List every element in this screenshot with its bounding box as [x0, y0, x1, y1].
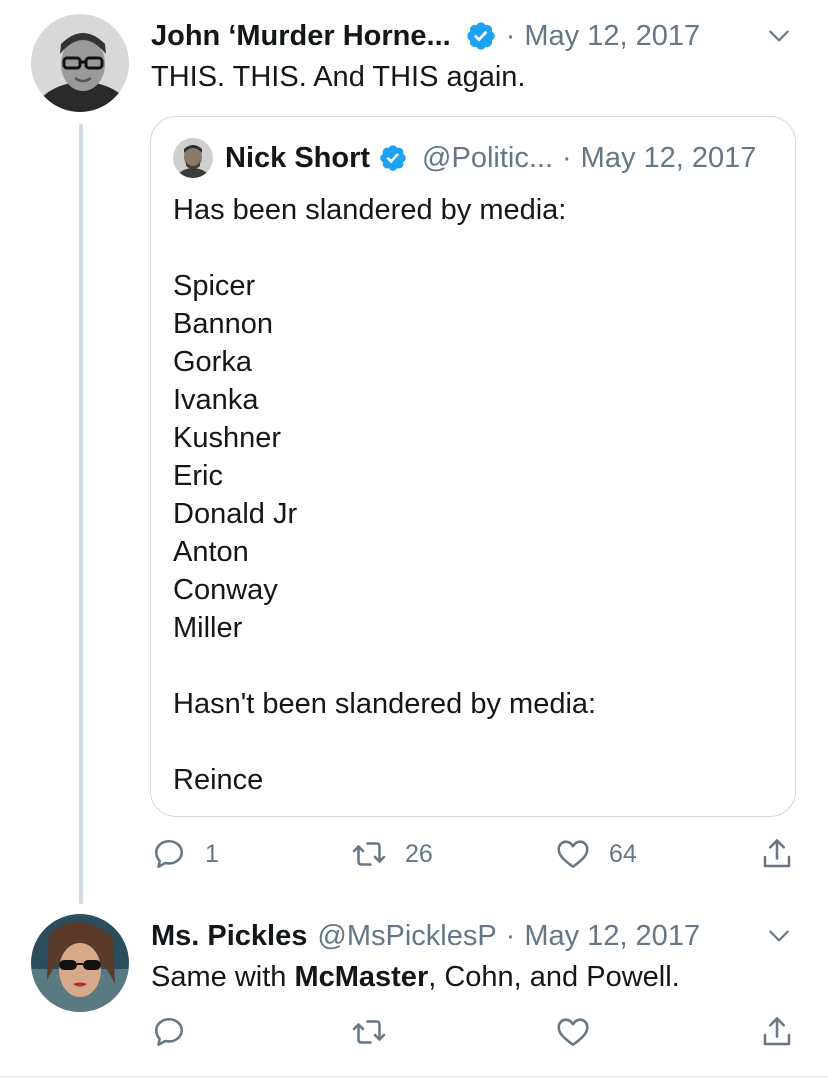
quoted-tweet-date: May 12, 2017 [580, 141, 757, 174]
reply-button[interactable]: 1 [151, 836, 219, 872]
text-part: Same with [151, 961, 295, 993]
reply-icon [154, 1017, 184, 1047]
quoted-author-name: Nick Short [225, 141, 371, 174]
retweet-icon [352, 842, 386, 866]
like-icon [557, 840, 589, 869]
quote-line [173, 723, 596, 761]
tweet-text: THIS. THIS. And THIS again. [151, 61, 526, 93]
retweet-button[interactable] [351, 1014, 387, 1050]
quote-line: Spicer [173, 270, 256, 302]
verified-badge-icon [378, 143, 408, 173]
reply-icon [154, 839, 184, 869]
like-icon [557, 1018, 589, 1047]
quote-line: Bannon [173, 308, 273, 340]
tweet-date[interactable]: May 12, 2017 [524, 20, 700, 53]
quoted-author-handle: @Politic... [422, 141, 553, 174]
tweet-john[interactable]: John ‘Murder Horne... · May 12, 2017 THI… [0, 0, 828, 904]
quoted-tweet-header: Nick Short @Politic... · May 12, 2017 [173, 138, 757, 178]
reply-button[interactable] [151, 1014, 187, 1050]
tweet-text: Same with McMaster, Cohn, and Powell. [151, 958, 680, 996]
tweet-mspickles[interactable]: Ms. Pickles @MsPicklesP · May 12, 2017 S… [0, 900, 828, 1079]
quote-line [173, 229, 596, 267]
retweet-count: 26 [405, 839, 433, 868]
quote-line: Hasn't been slandered by media: [173, 688, 597, 720]
tweet-actions [151, 1014, 801, 1054]
quote-line: Eric [173, 460, 223, 492]
share-icon [763, 839, 791, 868]
like-count: 64 [609, 839, 637, 868]
quote-line: Ivanka [173, 384, 259, 416]
reply-count: 1 [205, 839, 219, 868]
text-part: , Cohn, and Powell. [428, 961, 680, 993]
quote-line [173, 647, 596, 685]
author-handle[interactable]: @MsPicklesP [317, 920, 496, 953]
retweet-button[interactable]: 26 [351, 836, 433, 872]
share-button[interactable] [759, 1014, 795, 1050]
quote-line: Reince [173, 764, 264, 796]
quote-line: Has been slandered by media: [173, 194, 567, 226]
chevron-down-icon[interactable] [766, 923, 792, 949]
tweet-header: John ‘Murder Horne... · May 12, 2017 [151, 18, 700, 54]
author-name[interactable]: Ms. Pickles [151, 920, 307, 953]
divider [0, 1076, 828, 1077]
quote-line: Gorka [173, 346, 252, 378]
thread-line [79, 124, 83, 904]
like-button[interactable]: 64 [555, 836, 637, 872]
share-icon [763, 1017, 791, 1046]
mention-bold: McMaster [294, 961, 429, 993]
quoted-tweet[interactable]: Nick Short @Politic... · May 12, 2017 Ha… [150, 116, 796, 817]
share-button[interactable] [759, 836, 795, 872]
tweet-header: Ms. Pickles @MsPicklesP · May 12, 2017 [151, 918, 700, 954]
separator-dot: · [505, 919, 516, 952]
quote-line: Donald Jr [173, 498, 298, 530]
quote-line: Kushner [173, 422, 282, 454]
quote-line: Anton [173, 536, 249, 568]
avatar-john[interactable] [31, 14, 129, 112]
like-button[interactable] [555, 1014, 591, 1050]
avatar-nick [173, 138, 213, 178]
quote-line: Conway [173, 574, 278, 606]
chevron-down-icon[interactable] [766, 23, 792, 49]
tweet-date[interactable]: May 12, 2017 [524, 920, 700, 953]
separator-dot: · [562, 141, 572, 174]
quoted-tweet-text: Has been slandered by media: Spicer Bann… [173, 191, 596, 799]
verified-badge-icon [465, 20, 497, 52]
separator-dot: · [505, 19, 516, 52]
retweet-icon [352, 1020, 386, 1044]
author-name[interactable]: John ‘Murder Horne... [151, 20, 451, 53]
tweet-actions: 1 26 64 [151, 836, 801, 876]
avatar-mspickles[interactable] [31, 914, 129, 1012]
quote-line: Miller [173, 612, 243, 644]
